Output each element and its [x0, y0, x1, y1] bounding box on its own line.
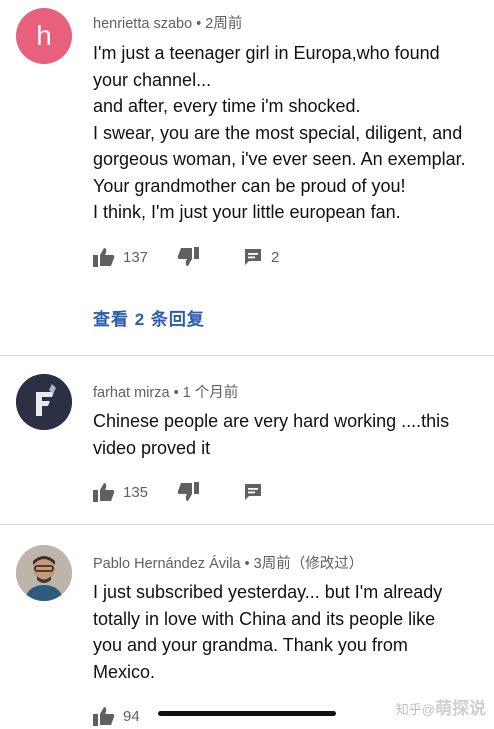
- comment-text: I just subscribed yesterday... but I'm a…: [93, 579, 483, 685]
- like-count: 94: [123, 707, 140, 725]
- comment-line: you and your grandma. Thank you from: [93, 635, 408, 655]
- home-indicator[interactable]: [158, 711, 336, 716]
- comment-line: Mexico.: [93, 661, 156, 682]
- author-name[interactable]: Pablo Hernández Ávila: [93, 556, 241, 572]
- thumbs-down-icon: [177, 247, 199, 266]
- meta-separator: •: [192, 16, 206, 32]
- comment-meta: farhat mirza • 1 个月前: [93, 381, 238, 402]
- comment-line: I'm just a teenager girl in Europa,who f…: [93, 43, 440, 63]
- reply-button[interactable]: 2: [243, 244, 279, 270]
- comment-text: Chinese people are very hard working ...…: [93, 408, 483, 461]
- comment-line: I swear, you are the most special, dilig…: [93, 122, 463, 143]
- avatar[interactable]: F: [16, 374, 72, 430]
- comment-line: and after, every time i'm shocked.: [93, 96, 361, 116]
- meta-separator: •: [169, 385, 183, 401]
- like-button[interactable]: 137: [93, 244, 148, 270]
- divider: [0, 524, 494, 525]
- reply-count: 2: [271, 248, 280, 266]
- watermark: 知乎@萌探说: [396, 694, 486, 719]
- divider: [0, 355, 494, 356]
- comment-line: video proved it: [93, 437, 211, 458]
- reply-button[interactable]: [243, 479, 263, 505]
- comment-line: Your grandmother can be proud of you!: [93, 175, 406, 196]
- author-name[interactable]: farhat mirza: [93, 385, 170, 401]
- comment-meta: Pablo Hernández Ávila • 3周前（修改过）: [93, 552, 363, 573]
- comment-actions: 135: [93, 479, 393, 505]
- comment-actions: 94: [93, 703, 393, 729]
- comment-text: I'm just a teenager girl in Europa,who f…: [93, 40, 483, 226]
- dislike-button[interactable]: [177, 479, 199, 505]
- comment-line: gorgeous woman, i've ever seen. An exemp…: [93, 149, 466, 169]
- like-count: 135: [123, 483, 149, 501]
- avatar-logo-icon: [16, 374, 72, 430]
- comment-line: Chinese people are very hard working ...…: [93, 411, 450, 431]
- like-count: 137: [123, 248, 149, 266]
- comment-meta: henrietta szabo • 2周前: [93, 12, 242, 33]
- avatar[interactable]: [16, 545, 72, 601]
- comment-time: 3周前（修改过）: [253, 556, 364, 572]
- thumbs-up-icon: [93, 483, 115, 502]
- avatar[interactable]: h: [16, 8, 72, 64]
- comment-actions: 137 2: [93, 244, 393, 270]
- avatar-letter: h: [36, 20, 52, 51]
- comment-line: totally in love with China and its peopl…: [93, 608, 436, 629]
- thumbs-up-icon: [93, 707, 115, 726]
- avatar-photo-icon: [16, 545, 72, 601]
- meta-separator: •: [240, 556, 254, 572]
- like-button[interactable]: 135: [93, 479, 148, 505]
- watermark-main: 萌探说: [435, 699, 486, 718]
- reply-icon: [245, 484, 261, 500]
- comment-time: 2周前: [205, 16, 243, 32]
- dislike-button[interactable]: [177, 244, 199, 270]
- like-button[interactable]: 94: [93, 703, 140, 729]
- comment-line: I think, I'm just your little european f…: [93, 202, 401, 222]
- thumbs-up-icon: [93, 248, 115, 267]
- comment-line: I just subscribed yesterday... but I'm a…: [93, 582, 443, 602]
- watermark-sub: 知乎@: [395, 702, 435, 717]
- view-replies-link[interactable]: 查看 2 条回复: [93, 305, 205, 330]
- comment-line: your channel...: [93, 69, 212, 90]
- reply-icon: [245, 249, 261, 265]
- author-name[interactable]: henrietta szabo: [93, 16, 192, 32]
- comment-time: 1 个月前: [182, 385, 239, 401]
- thumbs-down-icon: [177, 482, 199, 501]
